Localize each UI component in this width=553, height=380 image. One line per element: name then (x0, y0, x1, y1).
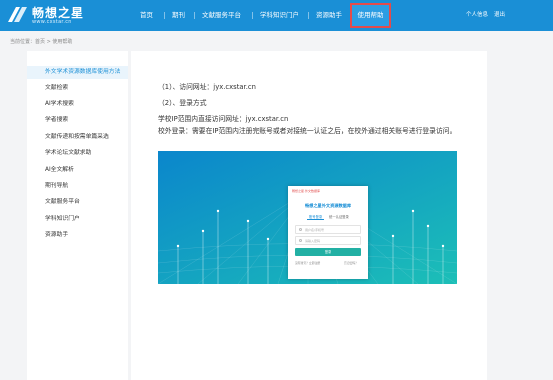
step-url: （1）、访问网址：jyx.cxstar.cn (158, 83, 256, 91)
sidebar-item-resource-assistant[interactable]: 资源助手 (27, 229, 128, 242)
logo-subtitle: www.cxstar.cn (32, 19, 72, 25)
nav-divider (194, 12, 195, 19)
nav-divider (164, 12, 165, 19)
login-card-brand: 畅想之星·外文数据库 (292, 189, 320, 193)
top-header: 畅想之星 www.cxstar.cn 首页 期刊 文献服务平台 学科知识门户 资… (0, 0, 553, 31)
help-content: （1）、访问网址：jyx.cxstar.cn （2）、登录方式 学校IP范围内直… (131, 51, 487, 380)
sidebar-item-foreign-db-guide[interactable]: 外文学术资源数据库使用方法 (27, 66, 128, 79)
sidebar-item-forum-help[interactable]: 学术论坛文献求助 (27, 147, 128, 160)
username-field: 用户名/手机号 (295, 225, 361, 234)
register-link: 没有账号？立即注册 (295, 261, 321, 265)
sidebar-item-literature-search[interactable]: 文献检索 (27, 82, 128, 95)
login-page-screenshot: 畅想之星·外文数据库 畅想之星外文资源数据库 账号登录 统一认证登录 用户名/手… (158, 151, 457, 284)
sidebar-item-scholar-search[interactable]: 学者搜索 (27, 114, 128, 127)
nav-divider (308, 12, 309, 19)
login-card: 畅想之星·外文数据库 畅想之星外文资源数据库 账号登录 统一认证登录 用户名/手… (288, 186, 368, 279)
nav-resource-assistant[interactable]: 资源助手 (316, 0, 342, 31)
nav-divider (252, 12, 253, 19)
user-icon (299, 228, 302, 231)
personal-center-link[interactable]: 个人信息 (466, 0, 488, 31)
logo-mark-icon (8, 7, 27, 22)
login-button-label: 登录 (324, 250, 332, 254)
step-login-method: （2）、登录方式 (158, 99, 207, 107)
nav-document-service[interactable]: 文献服务平台 (202, 0, 241, 31)
password-field: 请输入密码 (295, 236, 361, 245)
nav-help-active[interactable]: 使用帮助 (350, 3, 391, 28)
breadcrumb: 当前位置：首页 > 使用帮助 (10, 39, 73, 45)
sidebar-item-ai-academic-search[interactable]: AI学术搜索 (27, 98, 128, 111)
sidebar-item-document-delivery[interactable]: 文献传递和按需单篇采选 (27, 131, 128, 144)
active-tab-indicator (307, 219, 324, 220)
lock-icon (299, 239, 302, 242)
password-placeholder: 请输入密码 (305, 239, 321, 243)
tab-sso-login: 统一认证登录 (329, 215, 349, 219)
nav-help-label: 使用帮助 (357, 11, 384, 19)
logout-link[interactable]: 退出 (494, 0, 505, 31)
login-card-title: 畅想之星外文资源数据库 (304, 203, 352, 208)
sidebar-item-journal-nav[interactable]: 期刊导航 (27, 180, 128, 193)
login-button: 登录 (295, 248, 361, 256)
help-sidebar: 外文学术资源数据库使用方法 文献检索 AI学术搜索 学者搜索 文献传递和按需单篇… (27, 51, 128, 380)
logo[interactable]: 畅想之星 www.cxstar.cn (6, 3, 102, 28)
offsite-login-text: 校外登录：需要在IP范围内注册完账号或者对接统一认证之后，在校外通过相关账号进行… (158, 127, 457, 135)
nav-journals[interactable]: 期刊 (172, 0, 185, 31)
forgot-password-link: 忘记密码？ (344, 261, 358, 265)
nav-home[interactable]: 首页 (140, 0, 153, 31)
username-placeholder: 用户名/手机号 (305, 228, 325, 232)
sidebar-item-document-service[interactable]: 文献服务平台 (27, 196, 128, 209)
nav-subject-portal[interactable]: 学科知识门户 (260, 0, 299, 31)
sidebar-item-ai-fulltext[interactable]: AI全文解析 (27, 164, 128, 177)
ip-access-text: 学校IP范围内直接访问网址：jyx.cxstar.cn (158, 115, 289, 123)
sidebar-item-subject-portal[interactable]: 学科知识门户 (27, 213, 128, 226)
